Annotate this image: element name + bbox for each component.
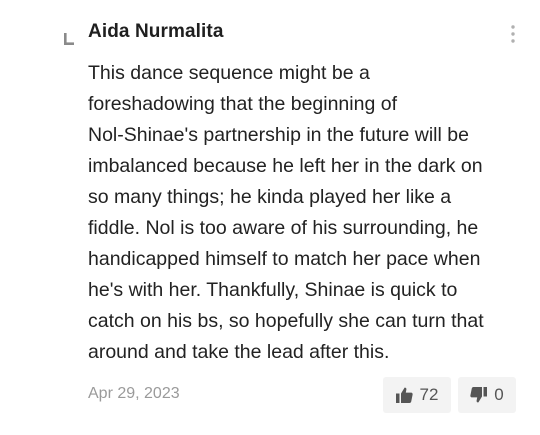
dislike-button[interactable]: 0: [458, 377, 516, 413]
comment-body-line: so many things; he kinda played her like…: [88, 186, 452, 208]
comment-author[interactable]: Aida Nurmalita: [88, 21, 224, 43]
comment-body-line: imbalanced because he left her in the da…: [88, 155, 483, 177]
comment-date: Apr 29, 2023: [88, 385, 180, 402]
more-vertical-icon: [511, 25, 515, 43]
more-options-button[interactable]: [504, 22, 522, 46]
comment-body-line: This dance sequence might be a: [88, 62, 370, 84]
comment-body-line: foreshadowing that the beginning of: [88, 93, 397, 115]
like-button[interactable]: 72: [383, 377, 451, 413]
comment-body-line: fiddle. Nol is too aware of his surround…: [88, 217, 479, 239]
comment: Aida Nurmalita This dance sequence might…: [0, 0, 540, 435]
comment-body-line: around and take the lead after this.: [88, 341, 390, 363]
thumbs-up-icon: [395, 387, 413, 403]
dislike-count: 0: [494, 385, 504, 404]
like-count: 72: [419, 385, 439, 404]
comment-body: This dance sequence might be a foreshado…: [88, 58, 520, 368]
comment-body-line: Nol-Shinae's partnership in the future w…: [88, 124, 469, 146]
reply-corner-icon: [64, 33, 74, 45]
thumbs-down-icon: [470, 387, 488, 403]
comment-body-line: handicapped himself to match her pace wh…: [88, 248, 481, 270]
comment-body-line: catch on his bs, so hopefully she can tu…: [88, 310, 484, 332]
comment-body-line: he's with her. Thankfully, Shinae is qui…: [88, 279, 458, 301]
